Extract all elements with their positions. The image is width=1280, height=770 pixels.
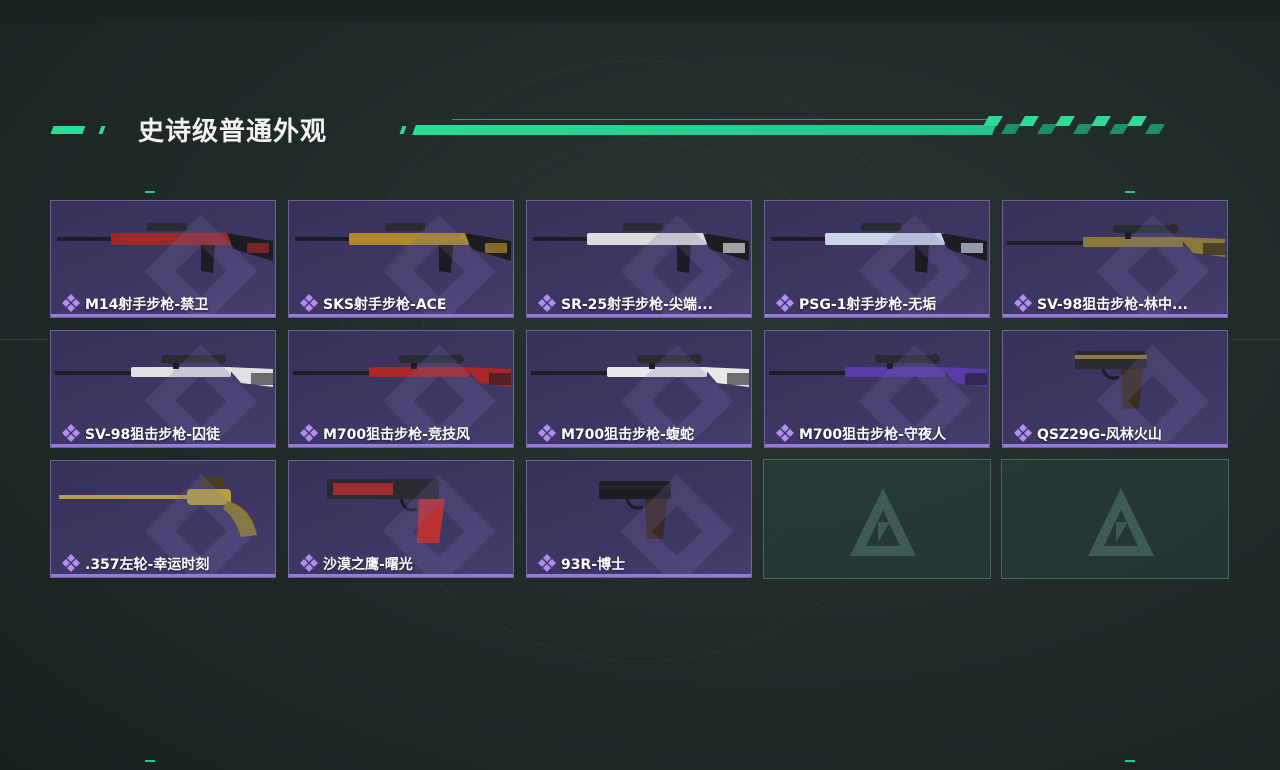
skin-card[interactable]: M700狙击步枪-守夜人 — [764, 330, 990, 448]
skin-card[interactable]: M700狙击步枪-竞技风 — [288, 330, 514, 448]
purple-diamond-icon — [300, 294, 318, 312]
triangle-logo-icon — [1088, 488, 1154, 556]
skin-card[interactable]: 沙漠之鹰-曙光 — [288, 460, 514, 578]
purple-diamond-icon — [300, 424, 318, 442]
skin-card[interactable]: 93R-博士 — [526, 460, 752, 578]
side-line-left — [0, 339, 48, 340]
skin-label: SV-98狙击步枪-林中... — [1037, 297, 1188, 313]
corner-tick — [145, 760, 155, 762]
skin-label: M700狙击步枪-蝮蛇 — [561, 427, 694, 443]
purple-diamond-icon — [300, 554, 318, 572]
purple-diamond-icon — [776, 424, 794, 442]
purple-diamond-icon — [1014, 424, 1032, 442]
skin-card[interactable]: M14射手步枪-禁卫 — [50, 200, 276, 318]
empty-slot — [1001, 459, 1229, 579]
skin-label: M700狙击步枪-守夜人 — [799, 427, 946, 443]
corner-tick — [1125, 760, 1135, 762]
skin-card[interactable]: SV-98狙击步枪-林中... — [1002, 200, 1228, 318]
skin-card[interactable]: SV-98狙击步枪-囚徒 — [50, 330, 276, 448]
skin-card[interactable]: QSZ29G-风林火山 — [1002, 330, 1228, 448]
empty-slot — [763, 459, 991, 579]
skin-label: 93R-博士 — [561, 557, 626, 573]
skin-label: .357左轮-幸运时刻 — [85, 557, 210, 573]
header-bar-left-small — [98, 126, 106, 134]
corner-tick — [145, 191, 155, 193]
purple-diamond-icon — [776, 294, 794, 312]
skin-card[interactable]: SKS射手步枪-ACE — [288, 200, 514, 318]
purple-diamond-icon — [538, 294, 556, 312]
corner-tick — [1125, 191, 1135, 193]
header-bar-long — [412, 125, 996, 135]
side-line-right — [1232, 339, 1280, 340]
section-header: 史诗级普通外观 — [0, 108, 1280, 148]
header-checker-pattern — [983, 116, 1166, 136]
purple-diamond-icon — [62, 424, 80, 442]
skin-label: M14射手步枪-禁卫 — [85, 297, 209, 313]
skin-label: SKS射手步枪-ACE — [323, 297, 447, 313]
skin-label: SV-98狙击步枪-囚徒 — [85, 427, 221, 443]
purple-diamond-icon — [62, 554, 80, 572]
skin-label: PSG-1射手步枪-无垢 — [799, 297, 937, 313]
skin-card[interactable]: SR-25射手步枪-尖端... — [526, 200, 752, 318]
skin-card[interactable]: M700狙击步枪-蝮蛇 — [526, 330, 752, 448]
skin-label: SR-25射手步枪-尖端... — [561, 297, 713, 313]
header-bar-small — [399, 126, 407, 134]
skin-label: QSZ29G-风林火山 — [1037, 427, 1162, 443]
purple-diamond-icon — [538, 424, 556, 442]
purple-diamond-icon — [62, 294, 80, 312]
purple-diamond-icon — [538, 554, 556, 572]
purple-diamond-icon — [1014, 294, 1032, 312]
header-bar-left — [50, 126, 86, 134]
section-title: 史诗级普通外观 — [138, 117, 328, 147]
skin-label: M700狙击步枪-竞技风 — [323, 427, 470, 443]
header-thin-line — [452, 119, 992, 120]
top-band — [0, 0, 1280, 22]
triangle-logo-icon — [850, 488, 916, 556]
skin-card[interactable]: PSG-1射手步枪-无垢 — [764, 200, 990, 318]
skin-label: 沙漠之鹰-曙光 — [323, 557, 413, 573]
skin-card[interactable]: .357左轮-幸运时刻 — [50, 460, 276, 578]
